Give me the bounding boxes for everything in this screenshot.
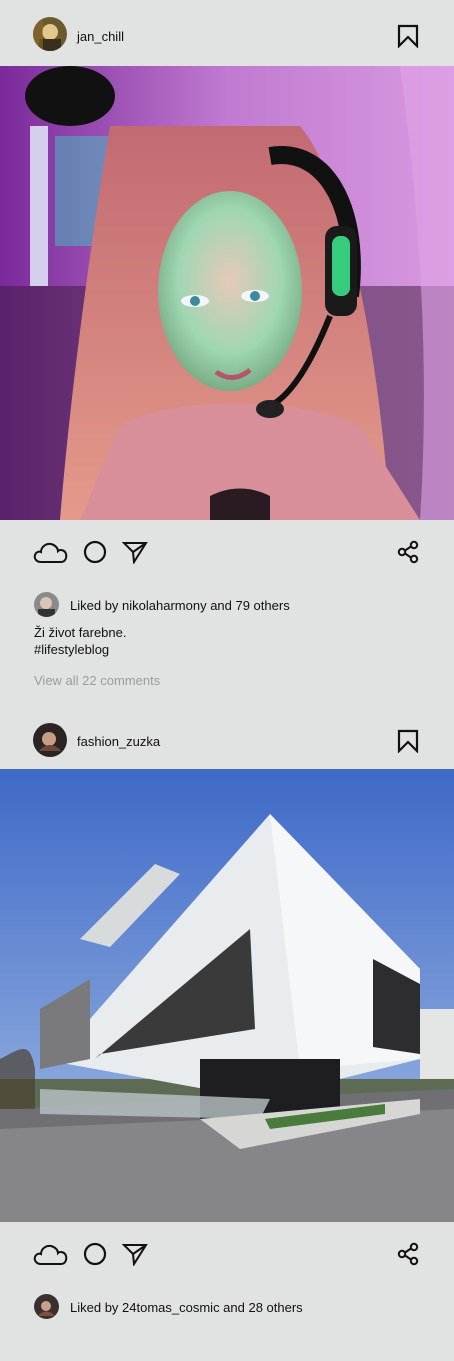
likes-row: Liked by 24tomas_cosmic and 28 others xyxy=(0,1292,454,1326)
liker-avatar[interactable] xyxy=(34,1294,59,1319)
avatar[interactable] xyxy=(33,17,67,51)
cloud-icon[interactable] xyxy=(33,540,69,564)
post-1: jan_chill Liked by nikolaharmony and 79 … xyxy=(0,0,454,688)
share-icon[interactable] xyxy=(396,1242,420,1266)
post-actions xyxy=(0,520,454,590)
likes-text[interactable]: Liked by 24tomas_cosmic and 28 others xyxy=(70,1300,303,1315)
post-photo[interactable] xyxy=(0,769,454,1222)
view-comments-link[interactable]: View all 22 comments xyxy=(0,658,454,688)
post-2: fashion_zuzka Liked by 24tomas_cosmic an… xyxy=(0,703,454,1326)
avatar[interactable] xyxy=(33,723,67,757)
bookmark-icon[interactable] xyxy=(396,24,420,48)
username[interactable]: fashion_zuzka xyxy=(77,734,160,749)
username[interactable]: jan_chill xyxy=(77,29,124,44)
post-header: jan_chill xyxy=(0,0,454,66)
send-icon[interactable] xyxy=(122,540,148,564)
cloud-icon[interactable] xyxy=(33,1242,69,1266)
circle-icon[interactable] xyxy=(83,540,107,564)
hashtag-link[interactable]: #lifestyleblog xyxy=(34,641,454,658)
share-icon[interactable] xyxy=(396,540,420,564)
send-icon[interactable] xyxy=(122,1242,148,1266)
likes-row: Liked by nikolaharmony and 79 others xyxy=(0,590,454,624)
post-photo[interactable] xyxy=(0,66,454,520)
caption-line: Ži život farebne. xyxy=(34,625,127,640)
liker-avatar[interactable] xyxy=(34,592,59,617)
bookmark-icon[interactable] xyxy=(396,729,420,753)
woman-gamer-headset-photo xyxy=(0,66,454,520)
post-actions xyxy=(0,1222,454,1292)
caption: Ži život farebne. #lifestyleblog xyxy=(0,624,454,658)
likes-text[interactable]: Liked by nikolaharmony and 79 others xyxy=(70,598,290,613)
circle-icon[interactable] xyxy=(83,1242,107,1266)
post-header: fashion_zuzka xyxy=(0,703,454,769)
modern-house-architecture-photo xyxy=(0,769,454,1222)
